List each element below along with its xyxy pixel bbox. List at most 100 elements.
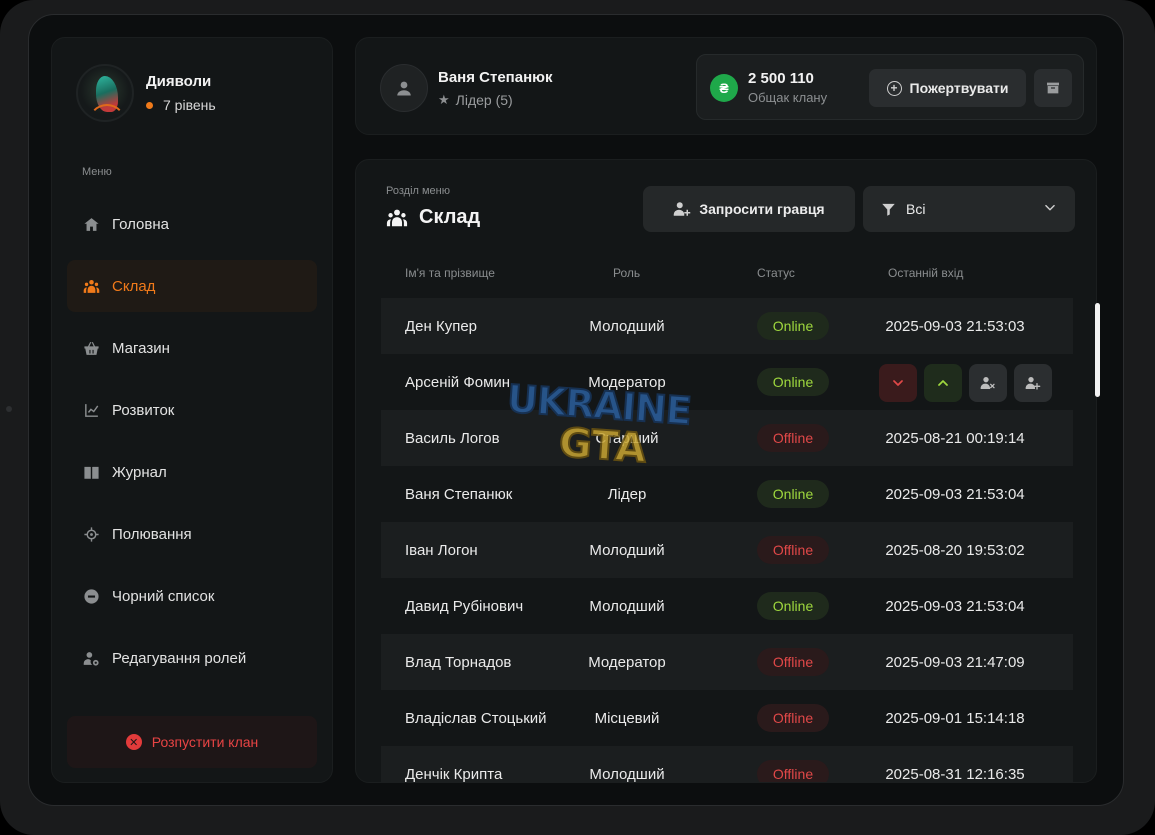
last-login: 2025-09-03 21:53:04 bbox=[885, 485, 1025, 503]
column-header-status: Статус bbox=[757, 266, 795, 280]
member-role: Модератор bbox=[588, 373, 666, 391]
last-login: 2025-09-03 21:47:09 bbox=[885, 653, 1025, 671]
member-role: Молодший bbox=[589, 541, 665, 559]
sidebar-item-blacklist[interactable]: Чорний список bbox=[67, 570, 317, 622]
user-name: Ваня Степанюк bbox=[438, 68, 553, 86]
sidebar-item-hunting[interactable]: Полювання bbox=[67, 508, 317, 560]
last-login: 2025-08-21 00:19:14 bbox=[885, 429, 1025, 447]
avatar bbox=[380, 64, 428, 112]
column-header-role: Роль bbox=[613, 266, 641, 280]
table-row[interactable]: Ваня Степанюк Лідер Online 2025-09-03 21… bbox=[381, 466, 1073, 522]
remove-user-icon bbox=[980, 377, 995, 389]
section-caption: Розділ меню bbox=[386, 185, 450, 197]
kick-member-button[interactable] bbox=[969, 364, 1007, 402]
demote-button[interactable] bbox=[879, 364, 917, 402]
clan-level: 7 рівень bbox=[146, 97, 216, 113]
member-name: Денчік Крипта bbox=[405, 765, 503, 783]
filter-icon bbox=[882, 203, 895, 216]
table-row[interactable]: Давид Рубінович Молодший Online 2025-09-… bbox=[381, 578, 1073, 634]
role-filter-select[interactable]: Всі bbox=[863, 186, 1075, 232]
member-name: Арсеній Фомин bbox=[405, 373, 511, 391]
table-row[interactable]: Ден Купер Молодший Online 2025-09-03 21:… bbox=[381, 298, 1073, 354]
sidebar-item-home[interactable]: Головна bbox=[67, 198, 317, 250]
add-user-icon bbox=[1025, 377, 1041, 390]
last-login: 2025-09-03 21:53:04 bbox=[885, 597, 1025, 615]
member-name: Давид Рубінович bbox=[405, 597, 524, 615]
member-role: Лідер bbox=[607, 485, 647, 503]
column-header-name: Ім'я та прізвище bbox=[405, 266, 495, 280]
member-role: Модератор bbox=[588, 653, 666, 671]
member-name: Ден Купер bbox=[405, 317, 477, 335]
people-icon bbox=[82, 277, 100, 295]
star-icon: ★ bbox=[438, 91, 450, 107]
archive-button[interactable] bbox=[1034, 69, 1072, 107]
status-badge: Offline bbox=[757, 424, 829, 452]
user-icon bbox=[397, 81, 411, 96]
row-actions bbox=[879, 364, 1052, 402]
last-login: 2025-09-01 15:14:18 bbox=[885, 709, 1025, 727]
member-role: Місцевий bbox=[594, 709, 660, 727]
plus-circle-icon: + bbox=[886, 80, 902, 96]
page-title: Склад bbox=[386, 206, 480, 229]
balance-label: Общак клану bbox=[748, 90, 828, 105]
table-row[interactable]: Денчік Крипта Молодший Offline 2025-08-3… bbox=[381, 746, 1073, 783]
member-role: Молодший bbox=[589, 317, 665, 335]
assign-role-button[interactable] bbox=[1014, 364, 1052, 402]
clan-avatar bbox=[76, 64, 134, 122]
user-role: ★ Лідер (5) bbox=[438, 91, 513, 108]
status-badge: Online bbox=[757, 592, 829, 620]
add-user-icon bbox=[674, 202, 691, 216]
table-row[interactable]: Василь Логов Старший Offline 2025-08-21 … bbox=[381, 410, 1073, 466]
menu-caption: Меню bbox=[82, 166, 112, 178]
clan-name: Дияволи bbox=[146, 73, 212, 90]
status-badge: Online bbox=[757, 480, 829, 508]
table-row[interactable]: Арсеній Фомин Модератор Online bbox=[381, 354, 1073, 410]
clan-balance: ₴ 2 500 110 Общак клану + Пожертвувати bbox=[696, 54, 1084, 120]
status-badge: Offline bbox=[757, 648, 829, 676]
roster-panel: Розділ меню Склад Запросити гравця Всі І… bbox=[355, 159, 1097, 783]
sidebar-item-journal[interactable]: Журнал bbox=[67, 446, 317, 498]
chevron-down-icon bbox=[893, 380, 903, 386]
table-row[interactable]: Влад Торнадов Модератор Offline 2025-09-… bbox=[381, 634, 1073, 690]
status-badge: Online bbox=[757, 312, 829, 340]
sidebar-item-shop[interactable]: Магазин bbox=[67, 322, 317, 374]
crosshair-icon bbox=[82, 525, 100, 543]
last-login: 2025-08-20 19:53:02 bbox=[885, 541, 1025, 559]
invite-player-button[interactable]: Запросити гравця bbox=[643, 186, 855, 232]
hryvnia-coin-icon: ₴ bbox=[710, 74, 738, 102]
table-row[interactable]: Владіслав Стоцький Місцевий Offline 2025… bbox=[381, 690, 1073, 746]
scrollbar-thumb[interactable] bbox=[1095, 303, 1100, 397]
app-screen: Дияволи 7 рівень Меню Головна Склад Мага… bbox=[28, 14, 1124, 806]
tablet-frame: Дияволи 7 рівень Меню Головна Склад Мага… bbox=[0, 0, 1155, 835]
members-table: Ден Купер Молодший Online 2025-09-03 21:… bbox=[381, 298, 1073, 783]
sidebar-item-roster[interactable]: Склад bbox=[67, 260, 317, 312]
member-name: Владіслав Стоцький bbox=[405, 709, 547, 727]
people-icon bbox=[386, 209, 408, 226]
block-icon bbox=[82, 587, 100, 605]
status-badge: Offline bbox=[757, 760, 829, 782]
table-row[interactable]: Іван Логон Молодший Offline 2025-08-20 1… bbox=[381, 522, 1073, 578]
chevron-down-icon bbox=[1045, 204, 1055, 211]
promote-button[interactable] bbox=[924, 364, 962, 402]
sidebar-item-development[interactable]: Розвиток bbox=[67, 384, 317, 436]
member-role: Старший bbox=[595, 429, 659, 447]
disband-clan-button[interactable]: ✕ Розпустити клан bbox=[67, 716, 317, 768]
status-badge: Offline bbox=[757, 536, 829, 564]
current-user: Ваня Степанюк ★ Лідер (5) bbox=[380, 64, 552, 112]
donate-button[interactable]: + Пожертвувати bbox=[869, 69, 1026, 107]
sidebar-item-edit-roles[interactable]: Редагування ролей bbox=[67, 632, 317, 684]
camera-dot bbox=[6, 406, 12, 412]
basket-icon bbox=[82, 339, 100, 357]
status-badge: Online bbox=[757, 368, 829, 396]
clan-header: Дияволи 7 рівень bbox=[76, 64, 216, 122]
level-dot-icon bbox=[146, 101, 153, 109]
last-login: 2025-09-03 21:53:03 bbox=[885, 317, 1025, 335]
member-name: Влад Торнадов bbox=[405, 653, 512, 671]
status-badge: Offline bbox=[757, 704, 829, 732]
user-gear-icon bbox=[82, 649, 100, 667]
member-name: Іван Логон bbox=[405, 541, 478, 559]
balance-amount: 2 500 110 bbox=[748, 70, 814, 87]
book-icon bbox=[82, 463, 100, 481]
member-role: Молодший bbox=[589, 597, 665, 615]
sidebar: Дияволи 7 рівень Меню Головна Склад Мага… bbox=[51, 37, 333, 783]
